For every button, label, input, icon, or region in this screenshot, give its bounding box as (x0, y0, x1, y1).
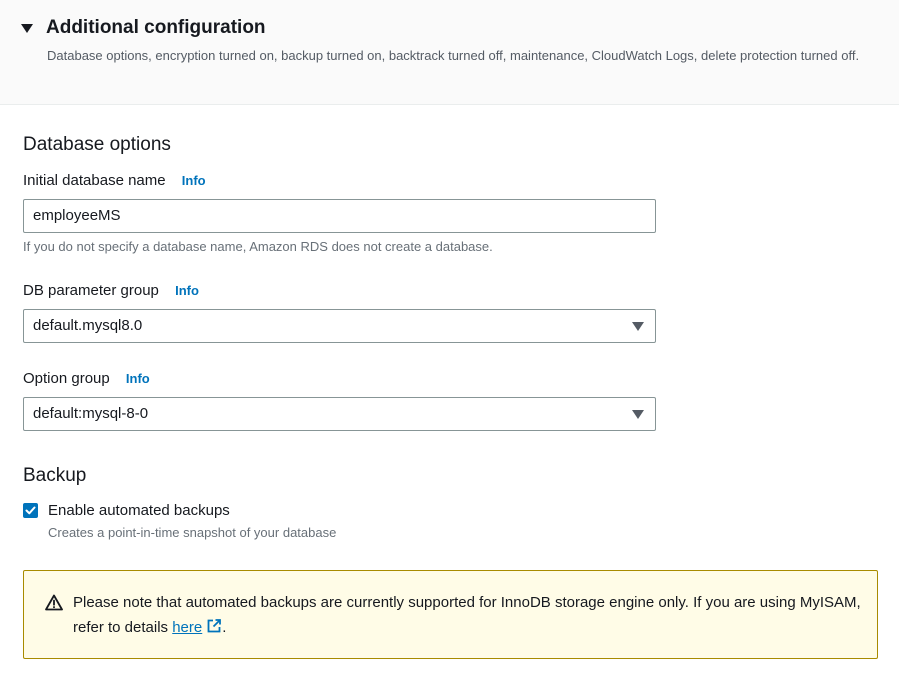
enable-backups-label[interactable]: Enable automated backups (48, 502, 230, 519)
checkmark-icon (25, 506, 36, 515)
database-options-title: Database options (23, 134, 171, 155)
dropdown-arrow-icon[interactable] (632, 410, 644, 419)
section-title[interactable]: Additional configuration (46, 17, 266, 39)
enable-backups-checkbox[interactable] (23, 503, 38, 518)
initial-db-name-hint: If you do not specify a database name, A… (23, 239, 493, 254)
selected-value: default:mysql-8-0 (33, 405, 149, 422)
field-label: DB parameter group (23, 282, 159, 299)
field-label: Option group (23, 370, 110, 387)
initial-db-name-label: Initial database name Info (23, 172, 206, 189)
option-group-select[interactable]: default:mysql-8-0 (23, 397, 656, 431)
warning-period: . (222, 619, 227, 636)
option-group-label: Option group Info (23, 370, 150, 387)
info-link[interactable]: Info (126, 371, 150, 386)
db-parameter-group-select[interactable]: default.mysql8.0 (23, 309, 656, 343)
info-link[interactable]: Info (182, 173, 206, 188)
info-link[interactable]: Info (175, 283, 199, 298)
caret-down-icon[interactable] (21, 24, 33, 33)
enable-backups-description: Creates a point-in-time snapshot of your… (48, 525, 337, 540)
dropdown-arrow-icon[interactable] (632, 322, 644, 331)
selected-value: default.mysql8.0 (33, 317, 143, 334)
warning-icon (45, 594, 63, 611)
warning-text: Please note that automated backups are c… (73, 590, 863, 640)
db-parameter-group-label: DB parameter group Info (23, 282, 199, 299)
external-link-icon[interactable] (206, 618, 222, 634)
initial-db-name-input[interactable]: employeeMS (23, 199, 656, 233)
backup-title: Backup (23, 465, 87, 486)
section-description: Database options, encryption turned on, … (47, 48, 860, 63)
innodb-warning-alert: Please note that automated backups are c… (23, 570, 878, 659)
details-link[interactable]: here (172, 619, 202, 636)
additional-config-header[interactable]: Additional configuration Database option… (0, 0, 899, 105)
field-label: Initial database name (23, 172, 166, 189)
